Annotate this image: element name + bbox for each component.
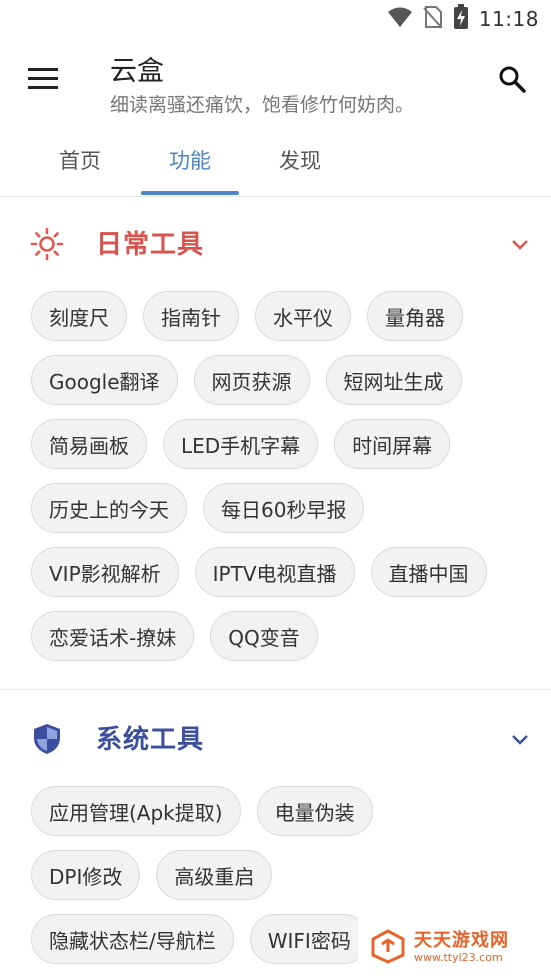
chip-wifi-password[interactable]: WIFI密码: [249, 914, 369, 964]
watermark-main-text: 天天游戏网: [414, 930, 509, 951]
chip-battery-fake[interactable]: 电量伪装: [256, 786, 373, 836]
app-subtitle: 细读离骚还痛饮，饱看修竹何妨肉。: [110, 94, 415, 116]
status-time: 11:18: [478, 7, 539, 31]
status-bar: 11:18: [0, 0, 551, 38]
chevron-down-icon[interactable]: [509, 728, 531, 750]
chip-drawing-board[interactable]: 简易画板: [31, 419, 147, 469]
section-header-daily-tools[interactable]: 日常工具: [0, 197, 551, 291]
watermark-logo-icon: [370, 928, 406, 968]
chip-live-china[interactable]: 直播中国: [370, 547, 487, 597]
menu-button[interactable]: [22, 60, 64, 102]
chip-advanced-reboot[interactable]: 高级重启: [156, 850, 273, 900]
chip-dpi-modify[interactable]: DPI修改: [31, 850, 141, 900]
sun-icon: [30, 227, 64, 261]
chip-app-manager[interactable]: 应用管理(Apk提取): [31, 786, 241, 836]
app-bar: 云盒 细读离骚还痛饮，饱看修竹何妨肉。: [0, 38, 551, 124]
section-header-system-tools[interactable]: 系统工具: [0, 692, 551, 786]
chevron-down-icon[interactable]: [509, 233, 531, 255]
chip-web-source[interactable]: 网页获源: [193, 355, 310, 405]
watermark: 天天游戏网 www.ttyl23.com: [358, 917, 551, 979]
search-button[interactable]: [491, 60, 533, 102]
chip-hide-bars[interactable]: 隐藏状态栏/导航栏: [31, 914, 234, 964]
tab-home[interactable]: 首页: [30, 124, 130, 196]
wifi-icon: [387, 6, 413, 32]
status-icons: 11:18: [387, 4, 539, 34]
hamburger-menu-icon: [28, 68, 58, 94]
tab-features[interactable]: 功能: [140, 124, 240, 196]
chip-level[interactable]: 水平仪: [255, 291, 351, 341]
section-divider: [0, 689, 551, 690]
chip-led-subtitle[interactable]: LED手机字幕: [163, 419, 319, 469]
section-title-daily-tools: 日常工具: [96, 230, 205, 260]
chip-short-url[interactable]: 短网址生成: [325, 355, 462, 405]
watermark-sub-text: www.ttyl23.com: [414, 951, 503, 964]
chip-daily-news[interactable]: 每日60秒早报: [203, 483, 365, 533]
shield-icon: [30, 722, 64, 756]
chip-history-today[interactable]: 历史上的今天: [31, 483, 187, 533]
tab-indicator: [141, 191, 239, 195]
section-daily-tools: 日常工具 刻度尺 指南针 水平仪 量角器 Google翻译 网页获源 短网址生成…: [0, 197, 551, 675]
chip-iptv[interactable]: IPTV电视直播: [194, 547, 355, 597]
tab-discover[interactable]: 发现: [250, 124, 350, 196]
search-icon: [498, 65, 526, 97]
chip-ruler[interactable]: 刻度尺: [31, 291, 127, 341]
chip-love-talk[interactable]: 恋爱话术-撩妹: [31, 611, 195, 661]
chip-time-screen[interactable]: 时间屏幕: [334, 419, 451, 469]
battery-charging-icon: [453, 4, 469, 34]
watermark-text: 天天游戏网 www.ttyl23.com: [414, 931, 509, 965]
chip-compass[interactable]: 指南针: [143, 291, 239, 341]
section-title-system-tools: 系统工具: [96, 725, 205, 755]
tab-bar: 首页 功能 发现: [0, 124, 551, 197]
no-sim-icon: [423, 5, 443, 33]
chip-qq-voice[interactable]: QQ变音: [210, 611, 318, 661]
chip-group-daily-tools: 刻度尺 指南针 水平仪 量角器 Google翻译 网页获源 短网址生成 简易画板…: [0, 291, 551, 661]
chip-vip-video[interactable]: VIP影视解析: [31, 547, 179, 597]
chip-protractor[interactable]: 量角器: [367, 291, 463, 341]
chip-google-translate[interactable]: Google翻译: [31, 355, 178, 405]
app-title: 云盒: [110, 56, 164, 87]
